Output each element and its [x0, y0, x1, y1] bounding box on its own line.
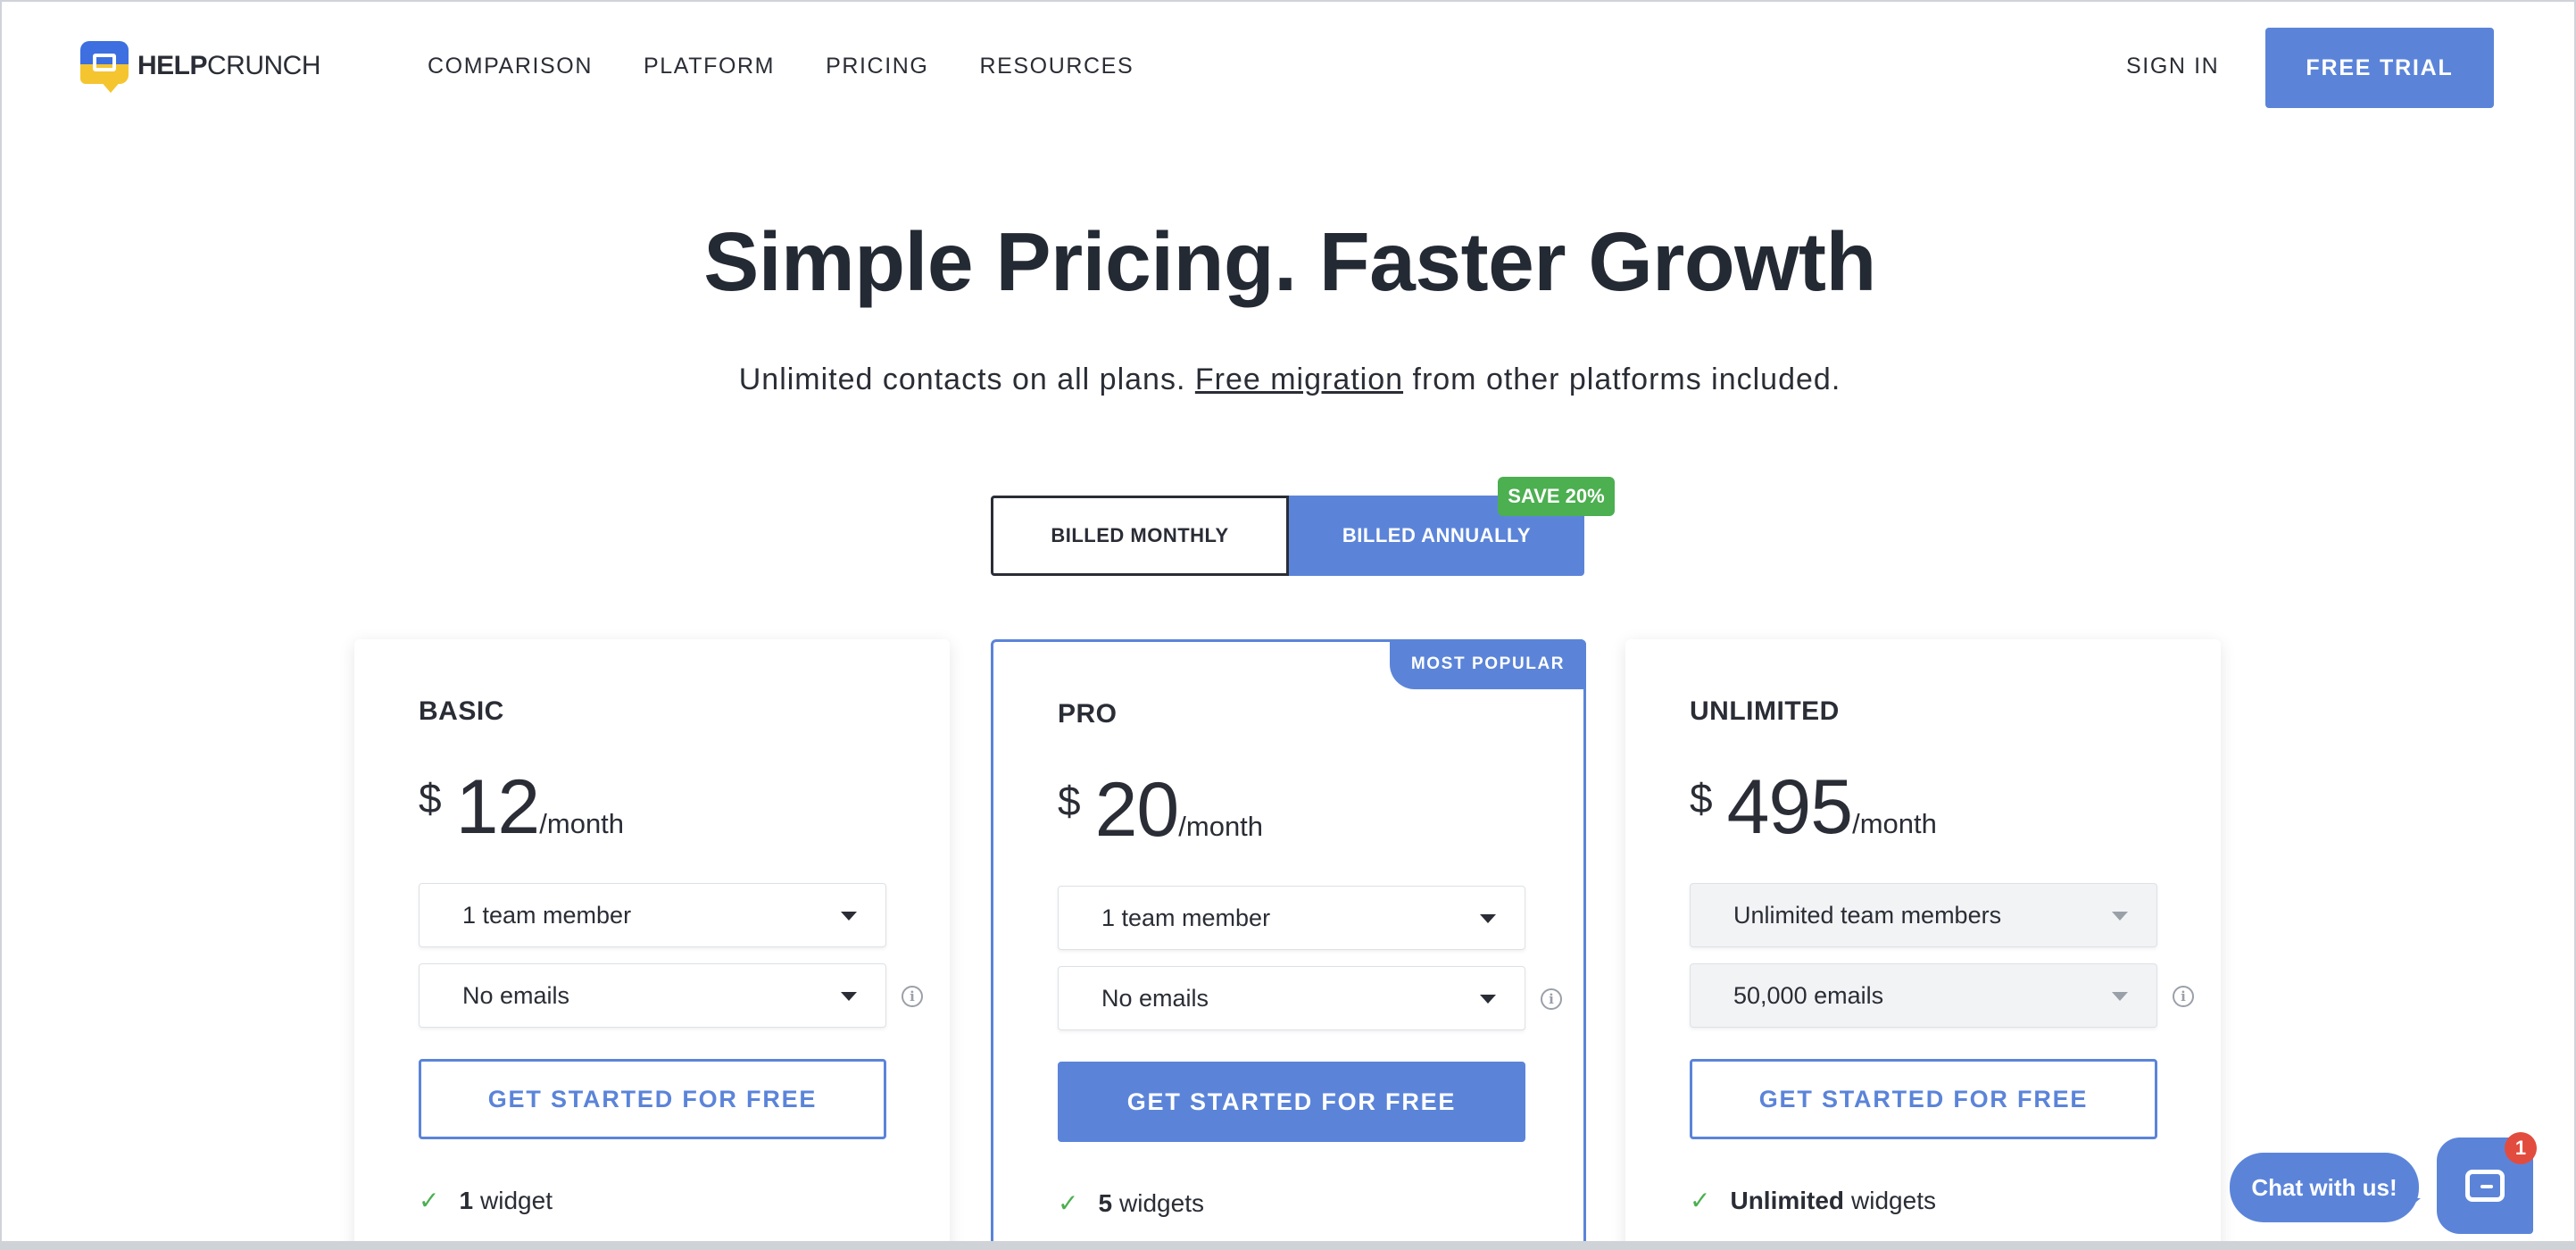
team-members-value: 1 team member: [1101, 904, 1271, 931]
plan-price: $ 495 /month: [1690, 769, 1937, 846]
plan-price: $ 12 /month: [419, 769, 624, 846]
info-icon[interactable]: i: [1541, 988, 1562, 1010]
emails-select[interactable]: No emails: [419, 963, 886, 1028]
price-amount: 20: [1094, 767, 1180, 853]
feature-label: widgets: [1119, 1188, 1204, 1217]
price-period: /month: [539, 808, 625, 839]
team-members-value: Unlimited team members: [1733, 901, 2002, 929]
check-icon: ✓: [1058, 1188, 1079, 1218]
free-migration-link[interactable]: Free migration: [1195, 362, 1403, 396]
hero-subtitle-text-end: from other platforms included.: [1403, 362, 1841, 396]
free-trial-button[interactable]: FREE TRIAL: [2265, 28, 2494, 108]
emails-value: 50,000 emails: [1733, 981, 1884, 1009]
logo-text: HELPCRUNCH: [137, 51, 321, 80]
most-popular-ribbon: MOST POPULAR: [1390, 639, 1586, 689]
hero-subtitle: Unlimited contacts on all plans. Free mi…: [2, 362, 2574, 397]
page-title: Simple Pricing. Faster Growth: [703, 215, 1876, 308]
logo-mark-icon: [80, 41, 129, 93]
chat-with-us-label[interactable]: Chat with us!: [2230, 1153, 2419, 1222]
emails-select[interactable]: No emails: [1058, 966, 1525, 1030]
chevron-down-icon: [1480, 914, 1496, 923]
plan-card-basic: BASIC $ 12 /month 1 team member No email…: [354, 639, 950, 1241]
team-members-select[interactable]: 1 team member: [1058, 886, 1525, 950]
feature-count: 5: [1098, 1188, 1113, 1217]
price-period: /month: [1178, 811, 1264, 842]
check-icon: ✓: [419, 1186, 440, 1215]
emails-value: No emails: [462, 981, 570, 1009]
page-frame: HELPCRUNCH COMPARISON PLATFORM PRICING R…: [0, 0, 2576, 1250]
chevron-down-icon: [841, 912, 857, 921]
nav-platform[interactable]: PLATFORM: [644, 54, 775, 79]
chevron-down-icon: [2112, 992, 2128, 1001]
get-started-button[interactable]: GET STARTED FOR FREE: [1058, 1062, 1525, 1142]
check-icon: ✓: [1690, 1186, 1711, 1215]
get-started-button[interactable]: GET STARTED FOR FREE: [1690, 1059, 2157, 1139]
price-period: /month: [1852, 808, 1937, 839]
chat-icon: [2465, 1170, 2505, 1202]
team-members-value: 1 team member: [462, 901, 632, 929]
price-currency: $: [1058, 778, 1081, 824]
helpcrunch-logo[interactable]: HELPCRUNCH: [80, 41, 321, 93]
emails-select[interactable]: 50,000 emails: [1690, 963, 2157, 1028]
nav-resources[interactable]: RESOURCES: [979, 54, 1134, 79]
chat-pill-tail: [2401, 1198, 2421, 1214]
save-badge: SAVE 20%: [1498, 477, 1615, 516]
price-amount: 495: [1726, 764, 1853, 850]
price-amount: 12: [455, 764, 541, 850]
team-members-select[interactable]: Unlimited team members: [1690, 883, 2157, 947]
feature-item: ✓ 1 widget: [419, 1186, 553, 1215]
nav-comparison[interactable]: COMPARISON: [428, 54, 593, 79]
sign-in-link[interactable]: SIGN IN: [2126, 54, 2219, 79]
info-icon[interactable]: i: [2173, 986, 2194, 1007]
feature-label: widget: [480, 1186, 553, 1214]
plan-card-unlimited: UNLIMITED $ 495 /month Unlimited team me…: [1625, 639, 2221, 1241]
feature-label: widgets: [1851, 1186, 1936, 1214]
chevron-down-icon: [1480, 995, 1496, 1004]
emails-value: No emails: [1101, 984, 1209, 1012]
price-currency: $: [419, 775, 442, 821]
team-members-select[interactable]: 1 team member: [419, 883, 886, 947]
chevron-down-icon: [2112, 912, 2128, 921]
unread-badge: 1: [2505, 1132, 2537, 1164]
feature-item: ✓ 5 widgets: [1058, 1188, 1204, 1218]
billed-monthly-button[interactable]: BILLED MONTHLY: [991, 496, 1289, 576]
nav-pricing[interactable]: PRICING: [826, 54, 928, 79]
feature-item: ✓ Unlimited widgets: [1690, 1186, 1936, 1215]
plan-name: BASIC: [419, 696, 504, 726]
feature-count: Unlimited: [1730, 1186, 1845, 1214]
plan-price: $ 20 /month: [1058, 771, 1263, 848]
chevron-down-icon: [841, 992, 857, 1001]
price-currency: $: [1690, 775, 1713, 821]
plan-card-pro: MOST POPULAR PRO $ 20 /month 1 team memb…: [991, 639, 1586, 1241]
get-started-button[interactable]: GET STARTED FOR FREE: [419, 1059, 886, 1139]
info-icon[interactable]: i: [902, 986, 923, 1007]
hero-subtitle-text: Unlimited contacts on all plans.: [738, 362, 1195, 396]
plan-name: PRO: [1058, 699, 1118, 729]
main-nav: COMPARISON PLATFORM PRICING RESOURCES: [428, 54, 1134, 79]
feature-count: 1: [459, 1186, 474, 1214]
billing-toggle: BILLED MONTHLY BILLED ANNUALLY: [991, 496, 1584, 576]
plan-name: UNLIMITED: [1690, 696, 1840, 726]
